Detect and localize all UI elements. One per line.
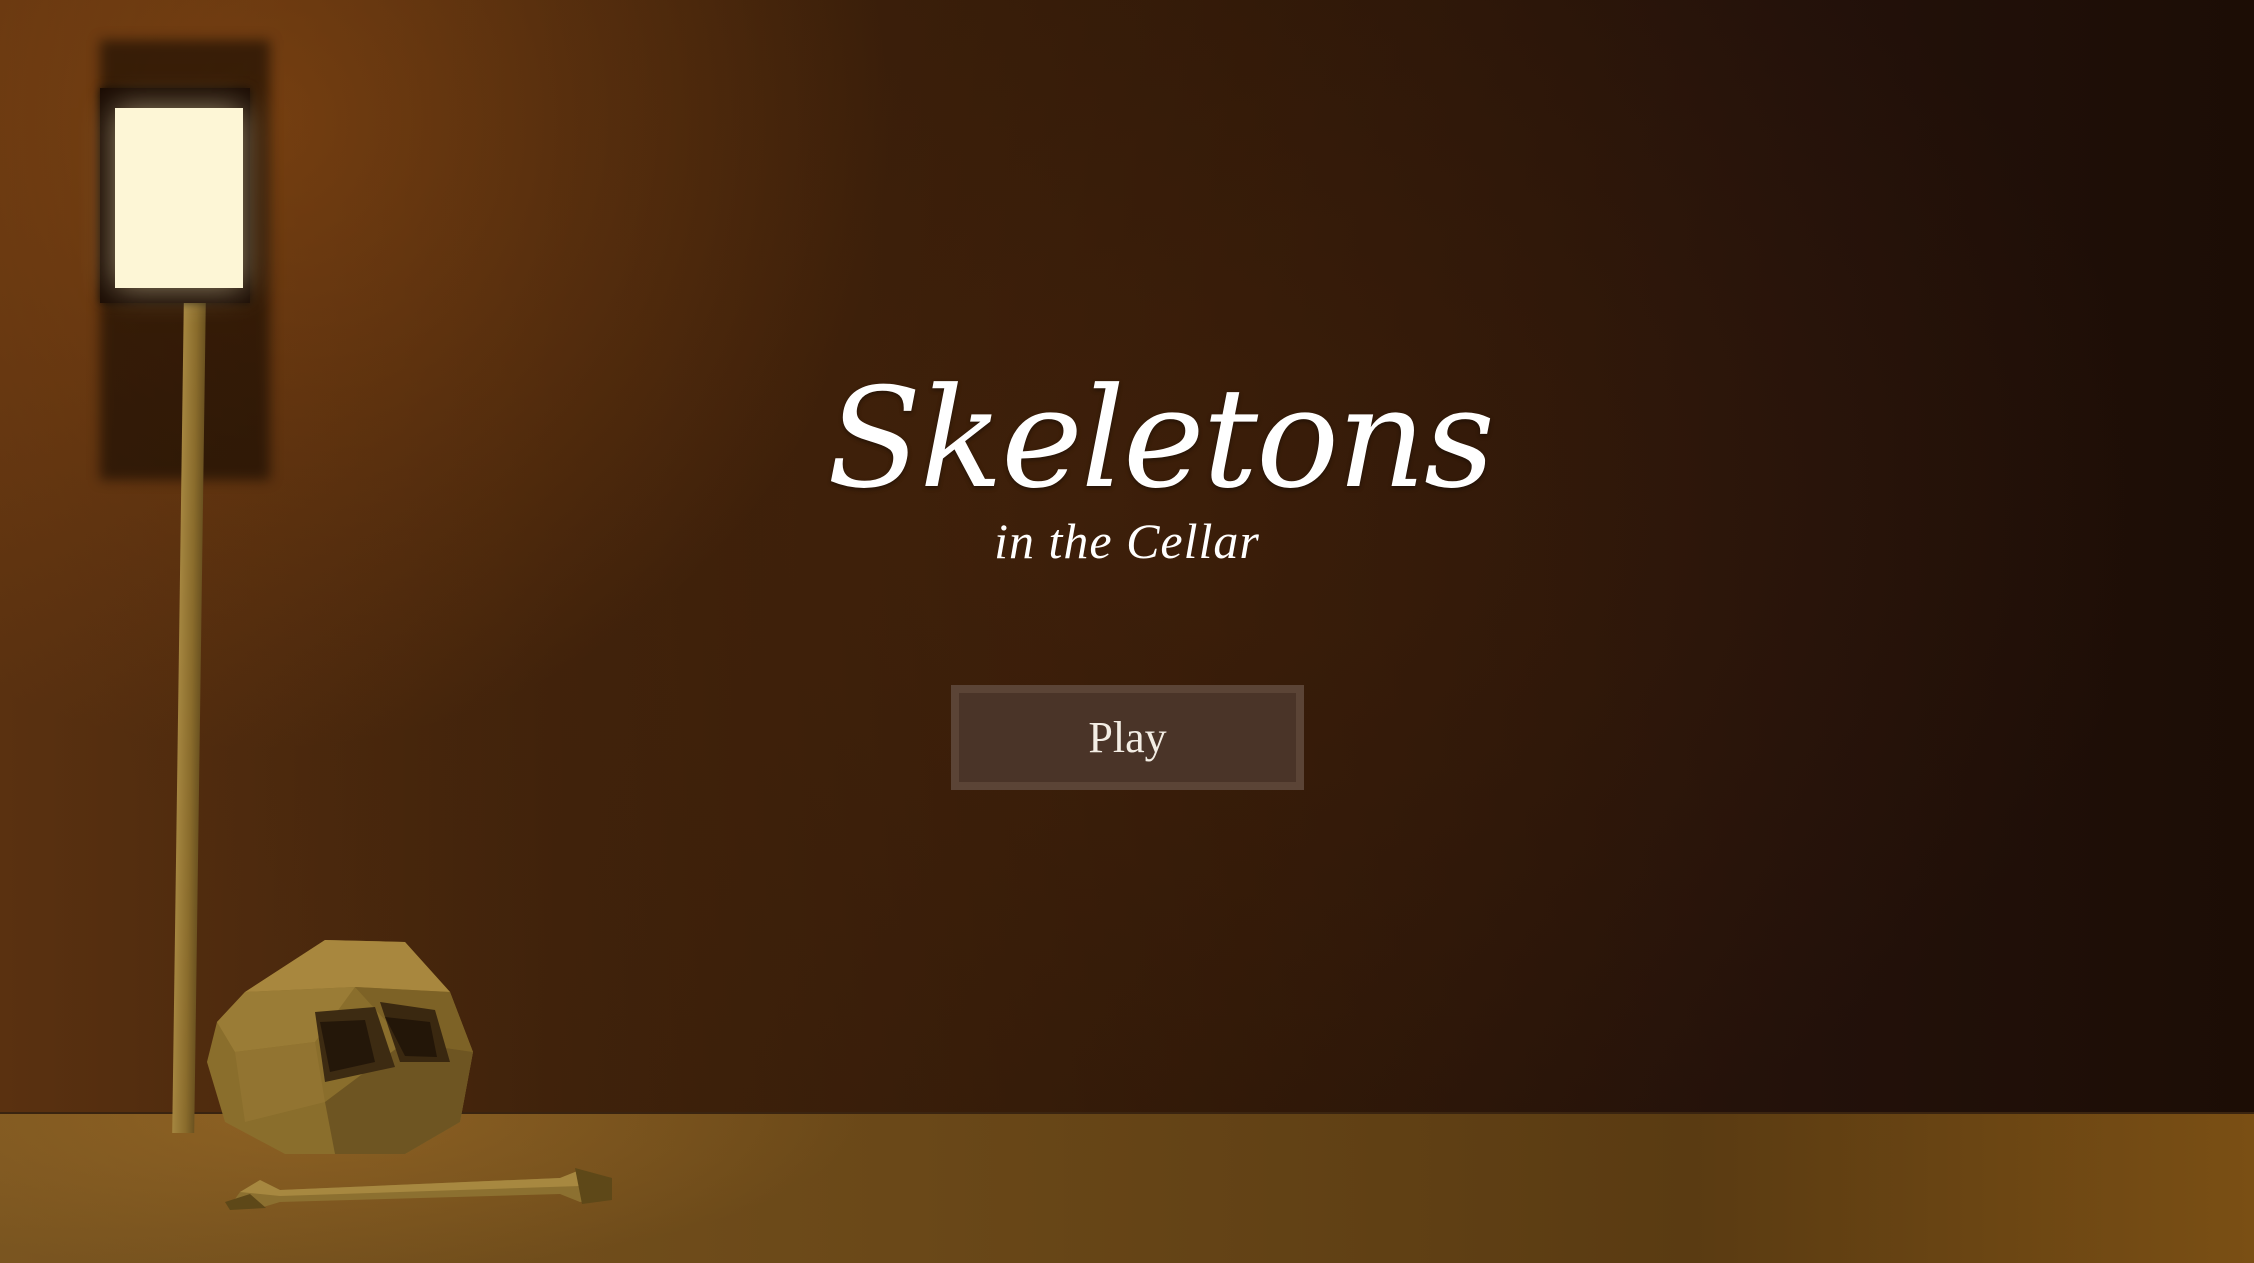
bone-icon <box>225 1168 612 1210</box>
title-screen: Skeletons in the Cellar Play <box>0 0 2254 1263</box>
title-main: Skeletons <box>827 358 1495 519</box>
play-button-label: Play <box>1088 713 1167 762</box>
play-button[interactable]: Play <box>951 685 1304 790</box>
lamp-light <box>115 108 243 288</box>
title-subtitle: in the Cellar <box>994 513 1260 569</box>
skull-icon <box>207 940 473 1154</box>
game-title: Skeletons in the Cellar <box>827 358 1495 569</box>
